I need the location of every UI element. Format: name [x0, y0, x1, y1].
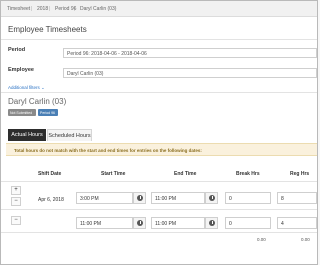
start-time-input[interactable]: 11:00 PM	[76, 217, 133, 229]
clock-icon[interactable]	[133, 192, 146, 204]
period-select[interactable]: Period 96: 2018-04-06 - 2018-04-06	[63, 48, 317, 58]
reg-hrs-input[interactable]: 8	[277, 192, 317, 204]
remove-row-button[interactable]: −	[11, 197, 21, 206]
break-hrs-input[interactable]: 0	[225, 217, 271, 229]
total-reg-hrs: 0.00	[301, 237, 310, 242]
remove-row-button[interactable]: −	[11, 216, 21, 225]
reg-hrs-input[interactable]: 4	[277, 217, 317, 229]
clock-icon[interactable]	[205, 217, 218, 229]
employee-name: Daryl Carlin (03)	[8, 97, 67, 106]
header-reg-hrs: Reg Hrs	[290, 171, 310, 177]
breadcrumb-separator: |	[74, 6, 76, 12]
clock-icon[interactable]	[205, 192, 218, 204]
add-row-button[interactable]: +	[11, 186, 21, 195]
header-break-hrs: Break Hrs	[236, 171, 260, 177]
end-time-input[interactable]: 11:00 PM	[151, 217, 205, 229]
tab-actual-hours[interactable]: Actual Hours	[8, 129, 46, 141]
additional-filters-link[interactable]: Additional filters ⌄	[8, 85, 45, 91]
divider	[1, 39, 317, 40]
breadcrumb-separator: |	[31, 6, 33, 12]
period-badge: Period 96	[38, 109, 58, 116]
period-label: Period	[8, 47, 26, 53]
divider	[1, 181, 317, 182]
clock-icon[interactable]	[133, 217, 146, 229]
header-shift-date: Shift Date	[38, 171, 62, 177]
header-start-time: Start Time	[101, 171, 126, 177]
app-window: Timesheet | 2018 | Period 96 | Daryl Car…	[0, 0, 318, 265]
divider	[1, 92, 317, 93]
divider	[1, 232, 317, 233]
breadcrumb: Timesheet | 2018 | Period 96 | Daryl Car…	[1, 1, 317, 17]
tab-scheduled-hours[interactable]: Scheduled Hours	[47, 129, 92, 141]
shift-date: Apr 6, 2018	[38, 197, 64, 203]
breadcrumb-employee: Daryl Carlin (03)	[80, 6, 117, 12]
status-badge: Not Submitted	[8, 109, 36, 116]
page-title: Employee Timesheets	[8, 25, 87, 34]
warning-alert: Total hours do not match with the start …	[6, 143, 317, 156]
employee-label: Employee	[8, 67, 34, 73]
break-hrs-input[interactable]: 0	[225, 192, 271, 204]
breadcrumb-timesheet[interactable]: Timesheet	[7, 6, 30, 12]
breadcrumb-separator: |	[49, 6, 51, 12]
breadcrumb-year[interactable]: 2018	[37, 6, 48, 12]
end-time-input[interactable]: 11:00 PM	[151, 192, 205, 204]
employee-select[interactable]: Daryl Carlin (03)	[63, 68, 317, 78]
total-break-hrs: 0.00	[257, 237, 266, 242]
header-end-time: End Time	[174, 171, 197, 177]
divider	[1, 209, 317, 210]
start-time-input[interactable]: 3:00 PM	[76, 192, 133, 204]
